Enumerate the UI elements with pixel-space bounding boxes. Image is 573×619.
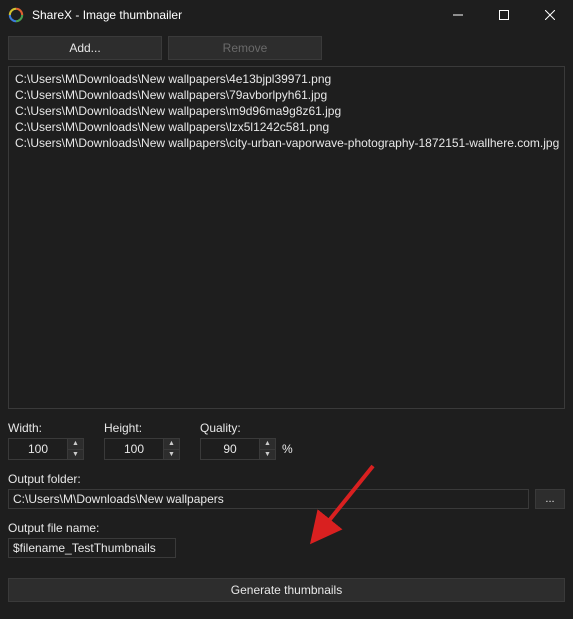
close-button[interactable] [527,0,573,30]
width-down[interactable]: ▼ [68,450,83,460]
percent-label: % [282,442,293,456]
remove-button[interactable]: Remove [168,36,322,60]
browse-button[interactable]: ... [535,489,565,509]
width-up[interactable]: ▲ [68,439,83,450]
width-stepper[interactable]: ▲ ▼ [8,438,84,460]
height-label: Height: [104,421,180,435]
quality-down[interactable]: ▼ [260,450,275,460]
width-input[interactable] [8,438,68,460]
output-filename-label: Output file name: [8,521,565,535]
list-item[interactable]: C:\Users\M\Downloads\New wallpapers\79av… [15,87,558,103]
generate-button[interactable]: Generate thumbnails [8,578,565,602]
list-item[interactable]: C:\Users\M\Downloads\New wallpapers\m9d9… [15,103,558,119]
quality-input[interactable] [200,438,260,460]
sharex-icon [8,7,24,23]
quality-stepper[interactable]: ▲ ▼ [200,438,276,460]
height-input[interactable] [104,438,164,460]
file-list[interactable]: C:\Users\M\Downloads\New wallpapers\4e13… [8,66,565,409]
height-up[interactable]: ▲ [164,439,179,450]
minimize-button[interactable] [435,0,481,30]
add-button[interactable]: Add... [8,36,162,60]
output-folder-input[interactable] [8,489,529,509]
titlebar: ShareX - Image thumbnailer [0,0,573,30]
list-item[interactable]: C:\Users\M\Downloads\New wallpapers\lzx5… [15,119,558,135]
window-title: ShareX - Image thumbnailer [32,8,435,22]
height-down[interactable]: ▼ [164,450,179,460]
list-item[interactable]: C:\Users\M\Downloads\New wallpapers\4e13… [15,71,558,87]
window-controls [435,0,573,30]
output-folder-label: Output folder: [8,472,565,486]
maximize-button[interactable] [481,0,527,30]
output-filename-input[interactable] [8,538,176,558]
quality-up[interactable]: ▲ [260,439,275,450]
height-stepper[interactable]: ▲ ▼ [104,438,180,460]
width-label: Width: [8,421,84,435]
list-item[interactable]: C:\Users\M\Downloads\New wallpapers\city… [15,135,558,151]
quality-label: Quality: [200,421,293,435]
